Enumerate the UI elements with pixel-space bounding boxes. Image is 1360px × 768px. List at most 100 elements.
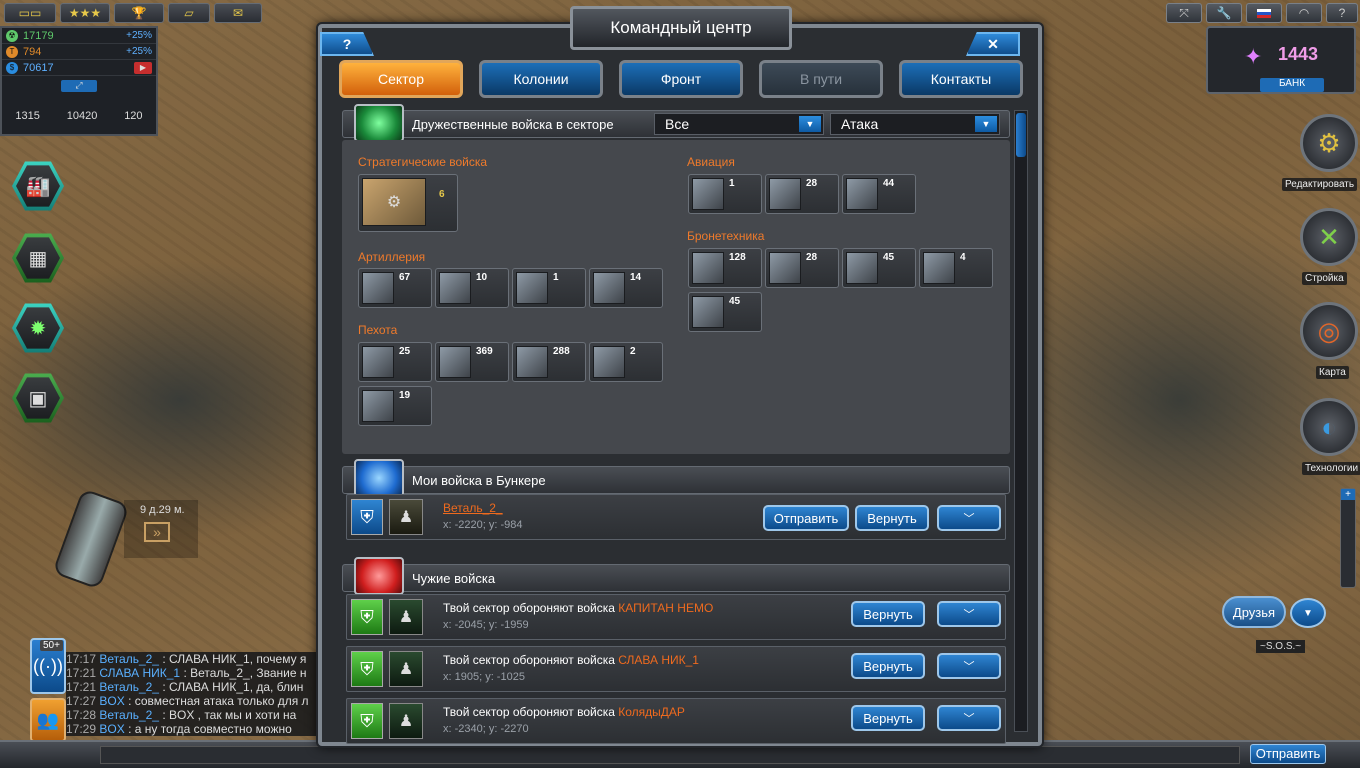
hud-mail-button[interactable]: ✉ bbox=[214, 3, 262, 23]
unit-infantry-4[interactable]: 2 bbox=[589, 342, 663, 382]
foreign-expand-button[interactable]: ﹀ bbox=[937, 705, 1001, 731]
wrench-icon: 🔧 bbox=[1216, 6, 1232, 20]
friends-expand-button[interactable]: ▼ bbox=[1290, 598, 1326, 628]
tab-colonies[interactable]: Колонии bbox=[479, 60, 603, 98]
people-icon: 👥 bbox=[36, 709, 60, 730]
unit-count: 28 bbox=[806, 178, 818, 189]
chat-message: : Веталь_2_, Звание н bbox=[183, 666, 307, 680]
chat-author[interactable]: BOX bbox=[99, 694, 124, 708]
unit-armor-5[interactable]: 45 bbox=[688, 292, 762, 332]
tab-in-transit[interactable]: В пути bbox=[759, 60, 883, 98]
unit-count: 369 bbox=[476, 346, 493, 357]
resource-value: 17179 bbox=[23, 29, 54, 42]
foreign-return-button[interactable]: Вернуть bbox=[851, 653, 925, 679]
foreign-row-text: Твой сектор обороняют войска bbox=[443, 601, 619, 615]
unit-armor-2[interactable]: 28 bbox=[765, 248, 839, 288]
chat-author[interactable]: Веталь_2_ bbox=[99, 680, 159, 694]
hud-film-button[interactable]: ▭▭ bbox=[4, 3, 56, 23]
shield-icon: ⛨ bbox=[351, 651, 383, 687]
hud-ticket-button[interactable]: ▱ bbox=[168, 3, 210, 23]
video-button[interactable]: ▶ bbox=[134, 61, 152, 74]
foreign-row-title: Твой сектор обороняют войска КолядыДАР bbox=[443, 705, 685, 719]
tech-button[interactable]: ◐ bbox=[1300, 398, 1358, 456]
tab-sector[interactable]: Сектор bbox=[339, 60, 463, 98]
skip-button[interactable]: » bbox=[144, 522, 170, 542]
unit-armor-1[interactable]: 128 bbox=[688, 248, 762, 288]
bunker-send-button[interactable]: Отправить bbox=[763, 505, 849, 531]
unit-strategic-1[interactable]: ⚙ 6 bbox=[358, 174, 458, 232]
expand-button[interactable]: ⤢ bbox=[61, 80, 97, 92]
filter-type-dropdown[interactable]: Все ▼ bbox=[654, 113, 824, 135]
chat-send-button[interactable]: Отправить bbox=[1250, 744, 1326, 764]
unit-infantry-1[interactable]: 25 bbox=[358, 342, 432, 382]
unit-artillery-2[interactable]: 10 bbox=[435, 268, 509, 308]
side-energy-button[interactable]: ✹ bbox=[12, 303, 64, 353]
friends-button[interactable]: Друзья bbox=[1222, 596, 1286, 628]
sound-button[interactable]: ◠ bbox=[1286, 3, 1322, 23]
side-base-button[interactable]: 🏭 bbox=[12, 161, 64, 211]
dropdown-value: Атака bbox=[841, 116, 879, 132]
chat-people-button[interactable]: 👥 bbox=[30, 698, 66, 742]
chat-author[interactable]: СЛАВА НИК_1 bbox=[99, 666, 180, 680]
build-button[interactable]: ✕ bbox=[1300, 208, 1358, 266]
bank-button[interactable]: БАНК bbox=[1260, 78, 1324, 92]
foreign-player-link[interactable]: СЛАВА НИК_1 bbox=[618, 653, 699, 667]
unit-infantry-5[interactable]: 19 bbox=[358, 386, 432, 426]
foreign-row-title: Твой сектор обороняют войска КАПИТАН НЕМ… bbox=[443, 601, 713, 615]
hud-stars-button[interactable]: ★★★ bbox=[60, 3, 110, 23]
foreign-row-title: Твой сектор обороняют войска СЛАВА НИК_1 bbox=[443, 653, 699, 667]
zoom-in-button[interactable]: + bbox=[1341, 489, 1355, 500]
unit-armor-3[interactable]: 45 bbox=[842, 248, 916, 288]
film-icon: ▭▭ bbox=[18, 6, 42, 20]
chat-author[interactable]: Веталь_2_ bbox=[99, 652, 159, 666]
map-button[interactable]: ◎ bbox=[1300, 302, 1358, 360]
unit-aviation-2[interactable]: 28 bbox=[765, 174, 839, 214]
gear-icon: ⚙ bbox=[1317, 127, 1341, 158]
side-storage-button[interactable]: ▣ bbox=[12, 373, 64, 423]
scrollbar-thumb[interactable] bbox=[1016, 113, 1026, 157]
tank-icon bbox=[846, 252, 878, 284]
hud-trophy-button[interactable]: 🏆 bbox=[114, 3, 164, 23]
unit-infantry-2[interactable]: 369 bbox=[435, 342, 509, 382]
unit-aviation-3[interactable]: 44 bbox=[842, 174, 916, 214]
chat-line: 17:29 BOX : а ну тогда совместно можно bbox=[66, 722, 318, 736]
foreign-return-button[interactable]: Вернуть bbox=[851, 601, 925, 627]
unit-count: 1 bbox=[553, 272, 559, 283]
edit-button[interactable]: ⚙ bbox=[1300, 114, 1358, 172]
help-button[interactable]: ? bbox=[1326, 3, 1358, 23]
flag-button[interactable] bbox=[1246, 3, 1282, 23]
unit-artillery-3[interactable]: 1 bbox=[512, 268, 586, 308]
tab-contacts[interactable]: Контакты bbox=[899, 60, 1023, 98]
side-building-button[interactable]: ▦ bbox=[12, 233, 64, 283]
bunker-expand-button[interactable]: ﹀ bbox=[937, 505, 1001, 531]
foreign-player-link[interactable]: КАПИТАН НЕМО bbox=[618, 601, 713, 615]
sound-icon: ◠ bbox=[1298, 6, 1310, 20]
chat-input[interactable] bbox=[100, 746, 1240, 764]
zoom-slider[interactable]: + bbox=[1340, 488, 1356, 588]
map-icon: ◎ bbox=[1317, 315, 1341, 346]
unit-armor-4[interactable]: 4 bbox=[919, 248, 993, 288]
foreign-expand-button[interactable]: ﹀ bbox=[937, 601, 1001, 627]
bunker-return-button[interactable]: Вернуть bbox=[855, 505, 929, 531]
foreign-expand-button[interactable]: ﹀ bbox=[937, 653, 1001, 679]
radio-icon: ((·)) bbox=[33, 655, 63, 676]
filter-mode-dropdown[interactable]: Атака ▼ bbox=[830, 113, 1000, 135]
unit-aviation-1[interactable]: 1 bbox=[688, 174, 762, 214]
chevron-down-icon: ▼ bbox=[799, 116, 821, 132]
modal-scrollbar[interactable] bbox=[1014, 110, 1028, 732]
chevron-down-icon: ▼ bbox=[1303, 607, 1313, 619]
foreign-return-button[interactable]: Вернуть bbox=[851, 705, 925, 731]
foreign-coords: x: 1905; y: -1025 bbox=[443, 671, 525, 683]
tab-front[interactable]: Фронт bbox=[619, 60, 743, 98]
foreign-player-link[interactable]: КолядыДАР bbox=[618, 705, 685, 719]
artillery-icon bbox=[516, 272, 548, 304]
bunker-player-link[interactable]: Веталь_2_ bbox=[443, 501, 503, 515]
unit-infantry-3[interactable]: 288 bbox=[512, 342, 586, 382]
unit-artillery-4[interactable]: 14 bbox=[589, 268, 663, 308]
foreign-coords: x: -2340; y: -2270 bbox=[443, 723, 529, 735]
chat-author[interactable]: Веталь_2_ bbox=[99, 708, 159, 722]
settings-button[interactable]: 🔧 bbox=[1206, 3, 1242, 23]
chat-author[interactable]: BOX bbox=[99, 722, 124, 736]
fullscreen-button[interactable]: ⤧ bbox=[1166, 3, 1202, 23]
unit-artillery-1[interactable]: 67 bbox=[358, 268, 432, 308]
